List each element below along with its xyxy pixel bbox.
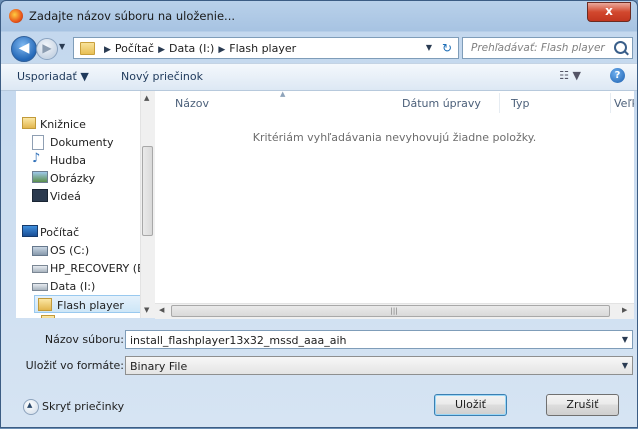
- save-form: Názov súboru: install_flashplayer13x32_m…: [1, 319, 637, 379]
- nav-item-hp-recovery[interactable]: HP_RECOVERY (E: [30, 259, 154, 277]
- computer-icon: [22, 225, 38, 237]
- os-drive-icon: [32, 246, 48, 256]
- scrollbar-thumb[interactable]: [142, 146, 153, 236]
- nav-item-pictures[interactable]: Obrázky: [30, 169, 154, 187]
- command-bar: Usporiadať ▼ Nový priečinok ☷ ▼ ?: [1, 63, 637, 91]
- column-divider[interactable]: [499, 93, 500, 113]
- column-type[interactable]: Typ: [511, 97, 530, 110]
- forward-button[interactable]: ▶: [36, 38, 58, 60]
- close-button[interactable]: x: [587, 2, 631, 22]
- nav-item-music[interactable]: ♪ Hudba: [30, 151, 154, 169]
- nav-item-computer[interactable]: Počítač: [20, 223, 144, 241]
- chevron-right-icon: ▶: [218, 45, 226, 55]
- nav-item-documents[interactable]: Dokumenty: [30, 133, 154, 151]
- help-icon[interactable]: ?: [610, 68, 625, 83]
- column-date-modified[interactable]: Dátum úpravy: [402, 97, 481, 110]
- firefox-icon: [9, 9, 23, 23]
- chevron-right-icon: ▶: [104, 45, 111, 55]
- cancel-button[interactable]: Zrušiť: [546, 394, 619, 416]
- column-size[interactable]: Veľko: [614, 97, 634, 110]
- search-placeholder: Prehľadávať: Flash player: [471, 42, 605, 54]
- address-bar[interactable]: ▶ Počítač ▶ Data (I:) ▶ Flash player ▼ ↻: [73, 37, 459, 59]
- nav-item-videos[interactable]: Videá: [30, 187, 154, 205]
- scroll-down-icon[interactable]: ▼: [144, 306, 149, 314]
- drive-icon: [32, 265, 48, 273]
- window-title: Zadajte názov súboru na uloženie...: [29, 9, 236, 23]
- scrollbar-thumb[interactable]: |||: [171, 305, 610, 317]
- breadcrumb-item-flash-player[interactable]: Flash player: [229, 42, 296, 55]
- grip-icon: |||: [390, 307, 398, 315]
- filename-input[interactable]: install_flashplayer13x32_mssd_aaa_aih ▼: [125, 330, 633, 349]
- change-view-icon[interactable]: ☷ ▼: [559, 69, 581, 82]
- chevron-right-icon: ▶: [158, 45, 166, 55]
- collapse-icon: [23, 399, 39, 415]
- empty-results-message: Kritériám vyhľadávania nevyhovujú žiadne…: [252, 131, 537, 144]
- nav-item-os-drive[interactable]: OS (C:): [30, 241, 154, 259]
- recent-pages-dropdown[interactable]: ▼: [59, 42, 65, 51]
- file-list[interactable]: Názov ▲ Dátum úpravy Typ Veľko Kritériám…: [155, 91, 634, 318]
- back-button[interactable]: ◀: [11, 36, 37, 62]
- column-divider[interactable]: [610, 93, 611, 113]
- refresh-icon[interactable]: ↻: [442, 41, 452, 55]
- nav-item-data-drive[interactable]: Data (I:): [30, 277, 154, 295]
- breadcrumb-item-computer[interactable]: Počítač: [115, 42, 154, 55]
- organize-button[interactable]: Usporiadať ▼: [17, 70, 89, 83]
- chevron-down-icon[interactable]: ▼: [622, 335, 628, 344]
- save-button[interactable]: Uložiť: [434, 394, 507, 416]
- documents-icon: [32, 135, 44, 150]
- address-row: ◀ ▶ ▼ ▶ Počítač ▶ Data (I:) ▶ Flash player ▼ …: [1, 34, 637, 62]
- pictures-icon: [32, 171, 48, 183]
- column-name[interactable]: Názov: [175, 97, 209, 110]
- filetype-label: Uložiť vo formáte:: [25, 359, 124, 372]
- save-dialog: Zadajte názov súboru na uloženie... x ◀ …: [0, 0, 638, 428]
- folder-icon: [38, 298, 52, 311]
- sort-ascending-icon: ▲: [280, 91, 286, 98]
- breadcrumb: ▶ Počítač ▶ Data (I:) ▶ Flash player: [100, 42, 296, 55]
- music-icon: ♪: [32, 151, 41, 166]
- scroll-left-icon[interactable]: ◀: [159, 306, 164, 314]
- scroll-up-icon[interactable]: ▲: [144, 94, 149, 102]
- dialog-footer: Skryť priečinky Uložiť Zrušiť: [1, 385, 637, 429]
- libraries-icon: [22, 117, 36, 129]
- search-box[interactable]: Prehľadávať: Flash player: [462, 37, 633, 59]
- nav-item-libraries[interactable]: Knižnice: [20, 115, 144, 133]
- file-list-horizontal-scrollbar[interactable]: ◀ ||| ▶: [155, 303, 634, 319]
- folder-icon: [41, 315, 55, 318]
- folder-icon: [80, 42, 95, 55]
- filename-label: Názov súboru:: [44, 333, 124, 346]
- nav-pane-scrollbar[interactable]: ▲ ▼: [140, 91, 155, 318]
- navigation-pane: Knižnice Dokumenty ♪ Hudba Obrázky Videá…: [16, 91, 155, 318]
- title-bar[interactable]: Zadajte názov súboru na uloženie... x: [1, 1, 637, 31]
- chevron-down-icon[interactable]: ▼: [622, 361, 628, 370]
- nav-item-flash-player[interactable]: Flash player: [34, 295, 154, 313]
- scroll-right-icon[interactable]: ▶: [622, 306, 627, 314]
- nav-item-partial-folder: [38, 313, 154, 318]
- search-icon[interactable]: [614, 41, 627, 54]
- address-dropdown-icon[interactable]: ▼: [426, 43, 432, 52]
- filetype-select[interactable]: Binary File ▼: [125, 356, 633, 375]
- breadcrumb-item-data-drive[interactable]: Data (I:): [169, 42, 214, 55]
- drive-icon: [32, 283, 48, 291]
- new-folder-button[interactable]: Nový priečinok: [121, 70, 203, 83]
- videos-icon: [32, 189, 48, 202]
